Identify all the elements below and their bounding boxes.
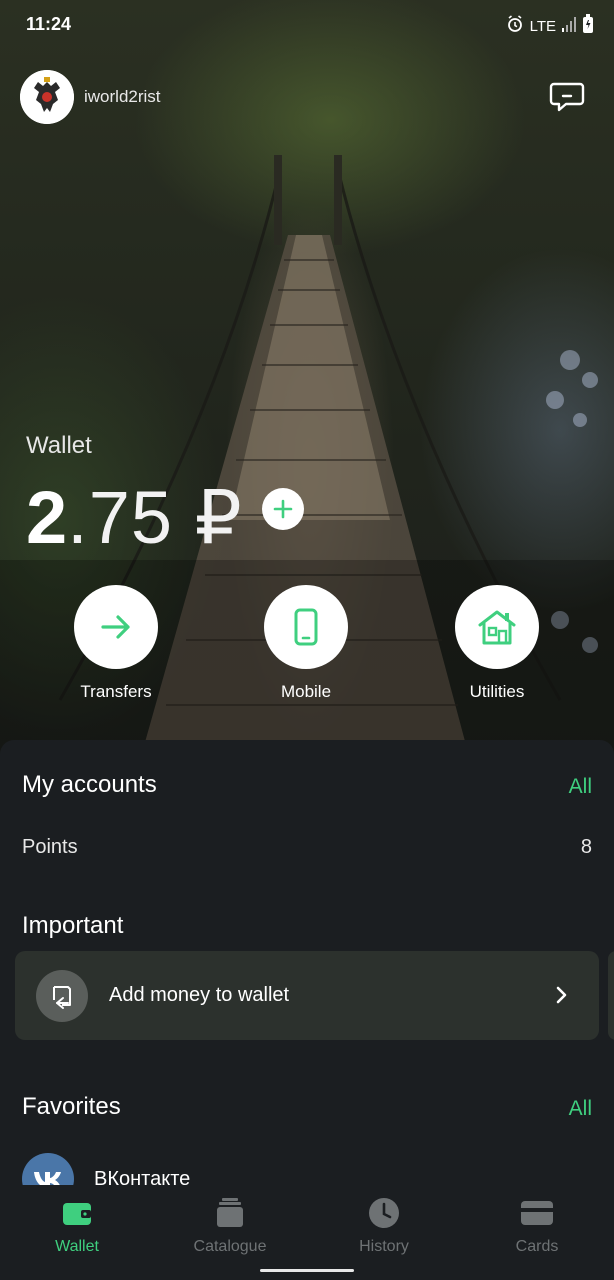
status-time: 11:24 bbox=[26, 14, 72, 34]
add-funds-button[interactable] bbox=[262, 488, 304, 530]
card-icon bbox=[477, 1195, 597, 1231]
double-eagle-emblem-icon bbox=[20, 70, 74, 124]
balance-integer: 2 bbox=[26, 476, 68, 559]
nav-history-label: History bbox=[359, 1238, 409, 1255]
nav-cards[interactable]: Cards bbox=[477, 1195, 597, 1256]
nav-history[interactable]: History bbox=[324, 1195, 444, 1256]
important-title: Important bbox=[22, 912, 124, 939]
nav-wallet-label: Wallet bbox=[55, 1238, 99, 1255]
next-card-peek[interactable] bbox=[608, 951, 614, 1040]
chat-icon bbox=[549, 82, 585, 112]
wallet-refill-icon bbox=[36, 970, 88, 1022]
home-indicator[interactable] bbox=[260, 1269, 354, 1272]
utilities-button[interactable] bbox=[455, 585, 539, 669]
nav-catalogue-label: Catalogue bbox=[193, 1238, 267, 1255]
bottom-navigation: Wallet Catalogue History Cards bbox=[0, 1185, 614, 1280]
nav-catalogue[interactable]: Catalogue bbox=[170, 1195, 290, 1256]
mobile-action[interactable]: Mobile bbox=[246, 585, 366, 702]
utilities-action[interactable]: Utilities bbox=[437, 585, 557, 702]
wallet-balance: 2 .75 ₽ bbox=[26, 478, 243, 558]
transfers-button[interactable] bbox=[74, 585, 158, 669]
username[interactable]: iworld2rist bbox=[84, 87, 161, 107]
transfers-action[interactable]: Transfers bbox=[56, 585, 176, 702]
wallet-icon bbox=[17, 1195, 137, 1231]
phone-icon bbox=[294, 608, 318, 646]
utilities-label: Utilities bbox=[469, 682, 525, 701]
my-accounts-title: My accounts bbox=[22, 771, 157, 798]
network-label: LTE bbox=[529, 17, 556, 35]
nav-wallet[interactable]: Wallet bbox=[17, 1195, 137, 1256]
status-bar: 11:24 LTE bbox=[0, 0, 614, 50]
chevron-right-icon bbox=[555, 985, 569, 1010]
points-label[interactable]: Points bbox=[22, 836, 78, 859]
arrow-right-icon bbox=[101, 615, 130, 639]
user-avatar[interactable] bbox=[20, 70, 74, 124]
transfers-label: Transfers bbox=[80, 682, 152, 701]
alarm-icon bbox=[506, 15, 524, 37]
status-icons: LTE bbox=[506, 14, 594, 38]
favorites-all-link[interactable]: All bbox=[569, 1097, 592, 1121]
clock-icon bbox=[324, 1195, 444, 1231]
favorites-title: Favorites bbox=[22, 1093, 121, 1120]
chat-button[interactable] bbox=[548, 80, 586, 114]
catalogue-icon bbox=[170, 1195, 290, 1231]
add-money-text: Add money to wallet bbox=[109, 984, 290, 1006]
nav-cards-label: Cards bbox=[515, 1238, 559, 1255]
wallet-label: Wallet bbox=[26, 432, 92, 459]
battery-icon bbox=[582, 14, 594, 38]
signal-icon bbox=[562, 16, 576, 36]
mobile-label: Mobile bbox=[280, 682, 332, 701]
balance-fraction: .75 ₽ bbox=[67, 476, 243, 559]
house-icon bbox=[478, 610, 516, 645]
accounts-all-link[interactable]: All bbox=[569, 775, 592, 799]
add-money-card[interactable]: Add money to wallet bbox=[15, 951, 599, 1040]
points-value: 8 bbox=[580, 836, 592, 858]
mobile-button[interactable] bbox=[264, 585, 348, 669]
plus-icon bbox=[273, 499, 293, 519]
